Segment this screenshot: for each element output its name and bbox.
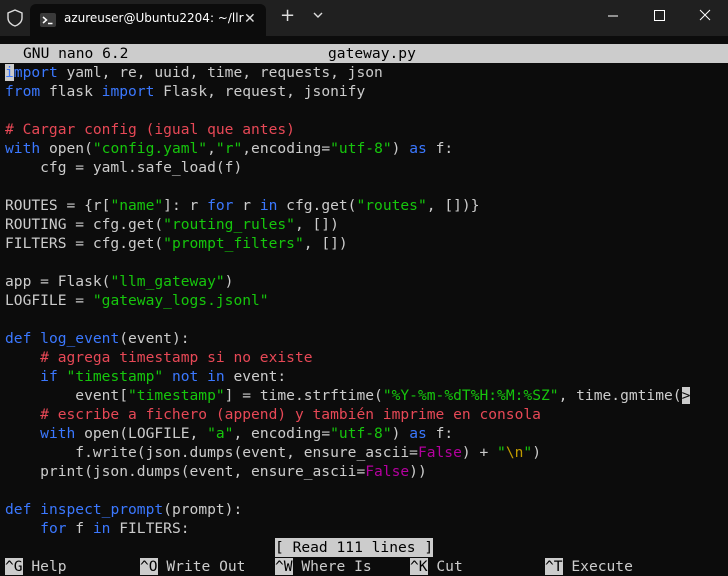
shortcut-execute[interactable]: ^T Execute <box>545 557 633 576</box>
code-line-20: with open(LOGFILE, "a", encoding="utf-8"… <box>40 425 454 442</box>
code-line-19: # escribe a fichero (append) y también i… <box>5 406 541 423</box>
code-line-18: event["timestamp"] = time.strftime("%Y-%… <box>5 387 691 404</box>
nano-version: GNU nano 6.2 <box>23 45 129 62</box>
code-line-4: # Cargar config (igual que antes) <box>5 121 295 138</box>
code-line-22: print(json.dumps(event, ensure_ascii=Fal… <box>5 463 427 480</box>
text-cursor: i <box>5 64 14 81</box>
code-line-16: # agrega timestamp si no existe <box>5 349 313 366</box>
code-line-17: if "timestamp" not in event: <box>40 368 287 385</box>
code-line-12: app = Flask("llm_gateway") <box>5 273 234 290</box>
status-message: [ Read 111 lines ] <box>275 538 434 557</box>
tab-terminal[interactable]: azureuser@Ubuntu2204: ~/llr ✕ <box>30 4 266 36</box>
terminal-icon <box>40 13 56 27</box>
shortcut-cut[interactable]: ^K Cut <box>410 557 463 576</box>
code-line-21: f.write(json.dumps(event, ensure_ascii=F… <box>5 444 542 461</box>
code-line-10: FILTERS = cfg.get("prompt_filters", []) <box>5 235 348 252</box>
shield-icon <box>7 9 23 27</box>
maximize-button[interactable] <box>636 0 682 32</box>
code-line-15: def log_event(event): <box>5 330 190 347</box>
close-window-button[interactable] <box>682 0 728 32</box>
code-line-24: def inspect_prompt(prompt): <box>5 501 243 518</box>
code-line-1: import yaml, re, uuid, time, requests, j… <box>5 64 383 81</box>
shortcut-where-is[interactable]: ^W Where Is <box>275 557 372 576</box>
window-titlebar: azureuser@Ubuntu2204: ~/llr ✕ + <box>0 0 728 36</box>
code-line-9: ROUTING = cfg.get("routing_rules", []) <box>5 216 339 233</box>
shortcut-help[interactable]: ^G Help <box>5 557 67 576</box>
new-tab-button[interactable]: + <box>280 5 295 26</box>
nano-filename: gateway.py <box>328 45 416 62</box>
tab-close-icon[interactable]: ✕ <box>244 11 256 27</box>
code-line-5: with open("config.yaml","r",encoding="ut… <box>5 140 454 157</box>
minimize-button[interactable] <box>590 0 636 32</box>
nano-header: GNU nano 6.2 gateway.py <box>0 44 728 63</box>
code-line-2: from flask import Flask, request, jsonif… <box>5 83 366 100</box>
code-line-13: LOGFILE = "gateway_logs.jsonl" <box>5 292 269 309</box>
tab-title: azureuser@Ubuntu2204: ~/llr <box>64 11 244 25</box>
terminal-area[interactable]: GNU nano 6.2 gateway.py import yaml, re,… <box>0 36 728 576</box>
line-overflow-indicator: > <box>681 387 691 404</box>
code-line-25: for f in FILTERS: <box>40 520 190 537</box>
code-line-8: ROUTES = {r["name"]: r for r in cfg.get(… <box>5 197 480 214</box>
code-line-6: cfg = yaml.safe_load(f) <box>5 159 243 176</box>
chevron-down-icon[interactable] <box>312 9 324 21</box>
shortcut-write-out[interactable]: ^O Write Out <box>140 557 245 576</box>
